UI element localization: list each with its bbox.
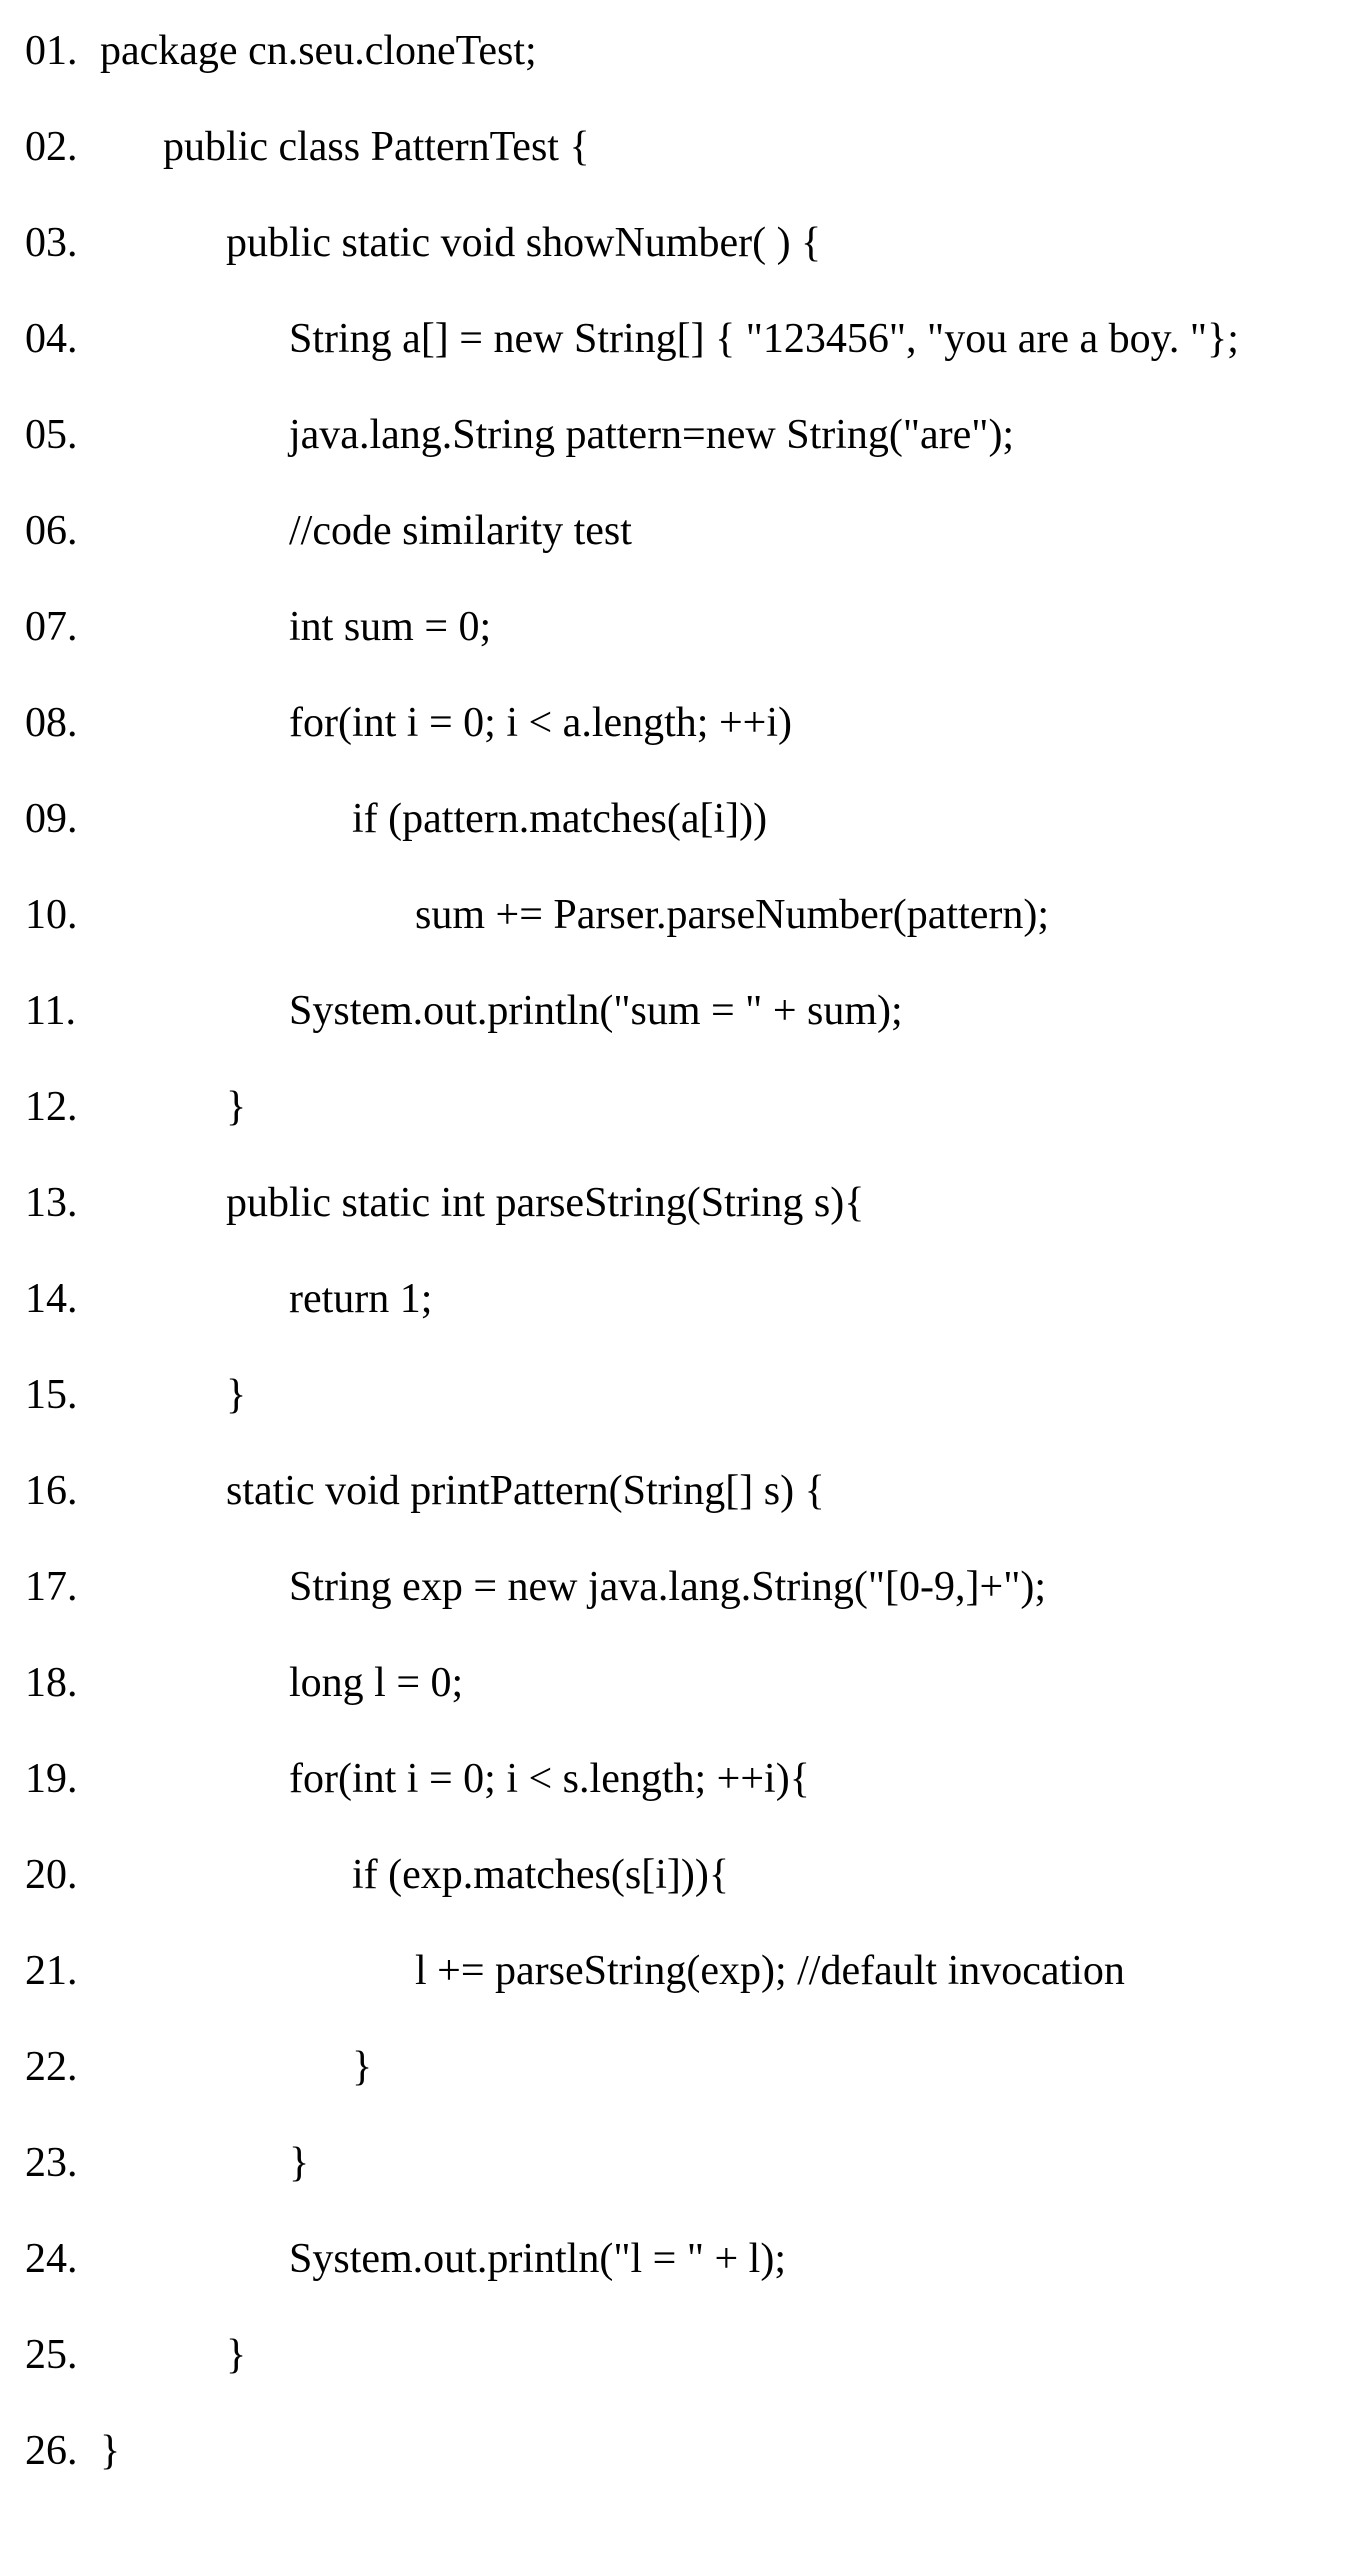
code-line: 03. public static void showNumber( ) { [25, 222, 1338, 264]
line-number: 04. [25, 318, 100, 360]
code-line: 09. if (pattern.matches(a[i])) [25, 798, 1338, 840]
line-number: 05. [25, 414, 100, 456]
code-line: 26.} [25, 2430, 1338, 2472]
line-content: } [100, 2334, 246, 2376]
code-line: 10. sum += Parser.parseNumber(pattern); [25, 894, 1338, 936]
code-line: 16. static void printPattern(String[] s)… [25, 1470, 1338, 1512]
code-listing: 01.package cn.seu.cloneTest; 02. public c… [25, 30, 1338, 2472]
code-line: 19. for(int i = 0; i < s.length; ++i){ [25, 1758, 1338, 1800]
line-number: 22. [25, 2046, 100, 2088]
line-content: for(int i = 0; i < s.length; ++i){ [100, 1758, 810, 1800]
line-number: 07. [25, 606, 100, 648]
code-line: 24. System.out.println("l = " + l); [25, 2238, 1338, 2280]
line-number: 10. [25, 894, 100, 936]
line-number: 17. [25, 1566, 100, 1608]
line-content: if (exp.matches(s[i])){ [100, 1854, 729, 1896]
line-number: 20. [25, 1854, 100, 1896]
line-number: 11. [25, 990, 100, 1032]
line-number: 21. [25, 1950, 100, 1992]
line-number: 01. [25, 30, 100, 72]
line-number: 12. [25, 1086, 100, 1128]
code-line: 08. for(int i = 0; i < a.length; ++i) [25, 702, 1338, 744]
code-line: 20. if (exp.matches(s[i])){ [25, 1854, 1338, 1896]
code-line: 18. long l = 0; [25, 1662, 1338, 1704]
line-number: 15. [25, 1374, 100, 1416]
line-content: java.lang.String pattern=new String("are… [100, 414, 1014, 456]
line-content: String a[] = new String[] { "123456", "y… [100, 318, 1239, 360]
line-number: 26. [25, 2430, 100, 2472]
code-line: 23. } [25, 2142, 1338, 2184]
line-content: } [100, 1086, 246, 1128]
line-content: for(int i = 0; i < a.length; ++i) [100, 702, 792, 744]
code-line: 14. return 1; [25, 1278, 1338, 1320]
code-line: 02. public class PatternTest { [25, 126, 1338, 168]
code-line: 21. l += parseString(exp); //default inv… [25, 1950, 1338, 1992]
line-content: System.out.println("l = " + l); [100, 2238, 786, 2280]
line-content: return 1; [100, 1278, 432, 1320]
line-content: l += parseString(exp); //default invocat… [100, 1950, 1125, 1992]
code-line: 07. int sum = 0; [25, 606, 1338, 648]
line-number: 13. [25, 1182, 100, 1224]
code-line: 04. String a[] = new String[] { "123456"… [25, 318, 1338, 360]
line-number: 08. [25, 702, 100, 744]
code-line: 25. } [25, 2334, 1338, 2376]
line-content: static void printPattern(String[] s) { [100, 1470, 825, 1512]
line-content: public static void showNumber( ) { [100, 222, 821, 264]
line-number: 09. [25, 798, 100, 840]
line-number: 25. [25, 2334, 100, 2376]
line-number: 16. [25, 1470, 100, 1512]
line-content: long l = 0; [100, 1662, 463, 1704]
line-content: } [100, 2046, 372, 2088]
code-line: 12. } [25, 1086, 1338, 1128]
code-line: 06. //code similarity test [25, 510, 1338, 552]
code-line: 05. java.lang.String pattern=new String(… [25, 414, 1338, 456]
line-content: System.out.println("sum = " + sum); [100, 990, 903, 1032]
line-content: } [100, 2142, 309, 2184]
line-content: package cn.seu.cloneTest; [100, 30, 537, 72]
line-number: 03. [25, 222, 100, 264]
code-line: 11. System.out.println("sum = " + sum); [25, 990, 1338, 1032]
code-line: 17. String exp = new java.lang.String("[… [25, 1566, 1338, 1608]
line-content: int sum = 0; [100, 606, 491, 648]
line-number: 24. [25, 2238, 100, 2280]
line-content: } [100, 1374, 246, 1416]
line-number: 19. [25, 1758, 100, 1800]
line-number: 06. [25, 510, 100, 552]
line-number: 02. [25, 126, 100, 168]
line-content: } [100, 2430, 120, 2472]
line-number: 14. [25, 1278, 100, 1320]
code-line: 01.package cn.seu.cloneTest; [25, 30, 1338, 72]
line-content: public static int parseString(String s){ [100, 1182, 864, 1224]
line-content: //code similarity test [100, 510, 632, 552]
code-line: 22. } [25, 2046, 1338, 2088]
line-content: String exp = new java.lang.String("[0-9,… [100, 1566, 1046, 1608]
line-number: 18. [25, 1662, 100, 1704]
line-content: public class PatternTest { [100, 126, 590, 168]
code-line: 15. } [25, 1374, 1338, 1416]
code-line: 13. public static int parseString(String… [25, 1182, 1338, 1224]
line-content: if (pattern.matches(a[i])) [100, 798, 767, 840]
line-number: 23. [25, 2142, 100, 2184]
line-content: sum += Parser.parseNumber(pattern); [100, 894, 1049, 936]
